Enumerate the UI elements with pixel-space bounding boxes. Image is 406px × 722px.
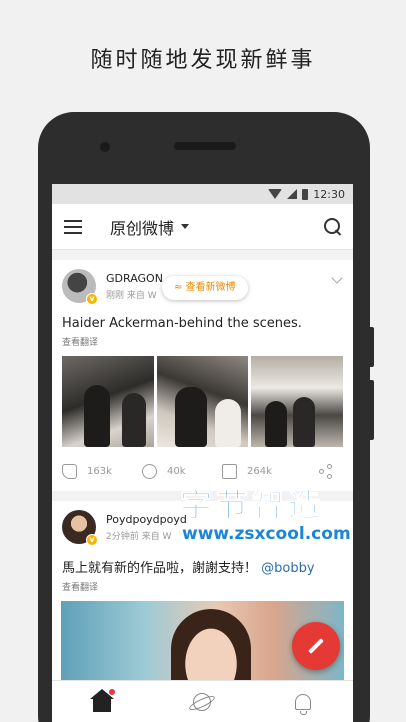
watermark-url: www.zsxcool.com	[182, 524, 351, 544]
speaker-grille	[174, 142, 236, 150]
translate-link[interactable]: 查看翻译	[62, 580, 343, 593]
search-icon[interactable]	[323, 217, 343, 237]
post-photo[interactable]	[251, 356, 344, 447]
avatar[interactable]: v	[62, 269, 98, 305]
repost-button[interactable]: 264k	[222, 463, 302, 479]
hamburger-icon[interactable]	[64, 219, 82, 234]
post-photo-grid	[62, 356, 344, 447]
mention-link[interactable]: @bobby	[261, 561, 314, 576]
verified-badge-icon: v	[86, 293, 98, 305]
volume-button	[370, 327, 374, 367]
feed-title[interactable]: 原创微博	[110, 215, 174, 239]
bell-icon	[294, 693, 311, 715]
status-time: 12:30	[313, 187, 345, 201]
bottom-nav	[52, 680, 353, 722]
nav-home[interactable]	[87, 687, 117, 717]
pencil-icon	[308, 638, 324, 654]
translate-link[interactable]: 查看翻译	[62, 335, 343, 348]
thumb-up-icon	[62, 463, 77, 479]
unread-dot	[109, 688, 116, 695]
post-text-body: 馬上就有新的作品啦，謝謝支持！	[62, 561, 258, 576]
post-username[interactable]: GDRAGON	[106, 272, 163, 285]
chevron-down-icon[interactable]	[181, 224, 190, 229]
post-photo[interactable]	[156, 356, 249, 447]
verified-badge-icon: v	[86, 534, 98, 546]
post-time-source: 2分钟前 来自 W	[106, 531, 172, 542]
power-button	[370, 380, 374, 440]
status-bar: 12:30	[52, 184, 353, 204]
repost-count: 264k	[247, 465, 272, 477]
new-posts-button[interactable]: ≈ 查看新微博	[162, 276, 248, 300]
watermark-logo: 字节智造	[179, 486, 325, 525]
compose-button[interactable]	[292, 622, 340, 670]
planet-icon	[193, 692, 212, 711]
comment-button[interactable]: 40k	[142, 463, 222, 479]
post-text: Haider Ackerman-behind the scenes.	[62, 316, 302, 331]
wifi-icon	[268, 189, 283, 199]
like-button[interactable]: 163k	[62, 463, 142, 479]
post-text: 馬上就有新的作品啦，謝謝支持！ @bobby	[62, 557, 343, 576]
post-card[interactable]: v GDRAGON 刚刚 来自 W ≈ 查看新微博 Haider Ackerma…	[52, 260, 353, 491]
nav-discover[interactable]	[187, 687, 217, 717]
like-count: 163k	[87, 465, 112, 477]
app-bar: 原创微博	[52, 204, 353, 250]
home-icon	[90, 688, 115, 712]
post-username[interactable]: Poydpoydpoyd	[106, 513, 187, 526]
share-icon[interactable]	[319, 464, 333, 479]
comment-count: 40k	[167, 465, 186, 477]
battery-icon	[302, 188, 309, 200]
comment-icon	[142, 463, 157, 479]
promo-headline: 随时随地发现新鲜事	[90, 48, 316, 73]
nav-notifications[interactable]	[288, 687, 318, 717]
repost-icon	[222, 463, 237, 479]
camera-dot	[100, 142, 110, 152]
post-time-source: 刚刚 来自 W	[106, 290, 157, 301]
signal-icon	[287, 189, 298, 199]
avatar[interactable]: v	[62, 510, 98, 546]
post-photo[interactable]	[62, 356, 154, 447]
